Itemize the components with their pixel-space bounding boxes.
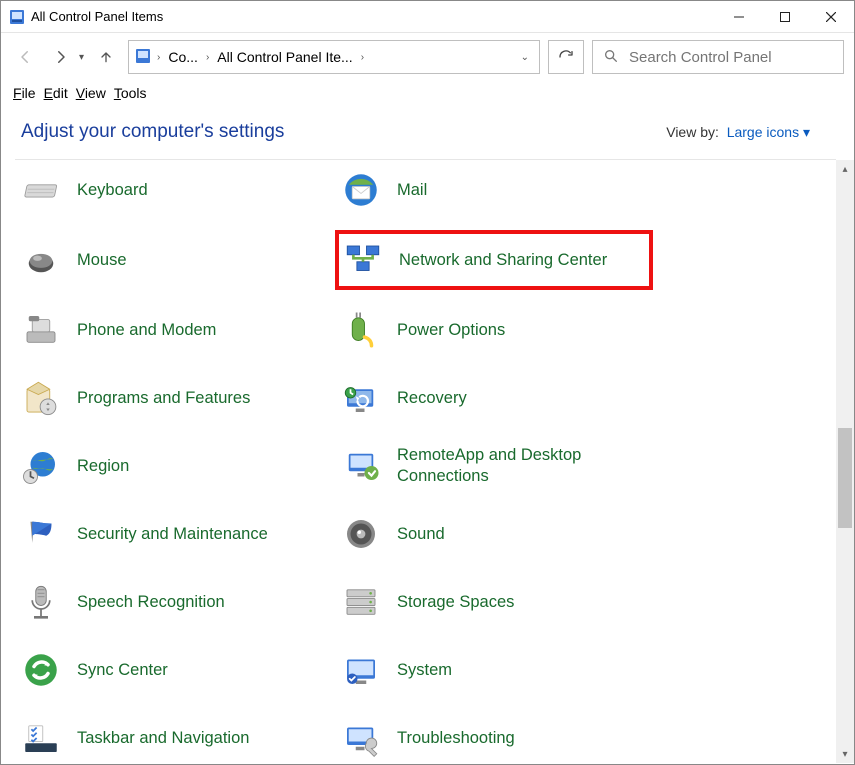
power-icon (339, 308, 383, 352)
item-storage-spaces[interactable]: Storage Spaces (339, 578, 649, 626)
search-input[interactable] (627, 48, 833, 67)
recovery-icon (339, 376, 383, 420)
item-power-options[interactable]: Power Options (339, 306, 649, 354)
view-by-mode[interactable]: Large icons ▾ (727, 124, 810, 140)
item-label: Mouse (77, 250, 127, 271)
header-row: Adjust your computer's settings View by:… (1, 111, 836, 159)
content-wrap: Keyboard Mail Mouse Network and Sharing … (1, 160, 854, 763)
breadcrumb-control-panel[interactable]: Co... (166, 49, 200, 65)
item-label: Power Options (397, 320, 505, 341)
item-label: Sync Center (77, 660, 168, 681)
item-recovery[interactable]: Recovery (339, 374, 649, 422)
phone-modem-icon (19, 308, 63, 352)
scroll-thumb[interactable] (838, 428, 852, 528)
maximize-button[interactable] (762, 1, 808, 33)
refresh-button[interactable] (548, 40, 584, 74)
item-label: Network and Sharing Center (399, 250, 607, 271)
minimize-button[interactable] (716, 1, 762, 33)
keyboard-icon (19, 168, 63, 212)
programs-icon (19, 376, 63, 420)
item-label: Keyboard (77, 180, 148, 201)
back-button[interactable] (11, 43, 39, 71)
search-icon (603, 48, 619, 67)
address-dropdown[interactable]: ⌄ (521, 52, 533, 63)
item-label: Mail (397, 180, 427, 201)
forward-button[interactable] (47, 43, 75, 71)
troubleshooting-icon (339, 716, 383, 760)
item-label: Security and Maintenance (77, 524, 268, 545)
chevron-right-icon[interactable]: › (361, 52, 364, 63)
sync-icon (19, 648, 63, 692)
breadcrumb-all-items[interactable]: All Control Panel Ite... (215, 49, 354, 65)
window-title: All Control Panel Items (31, 9, 163, 24)
recent-dropdown[interactable]: ▾ (79, 52, 84, 63)
menu-edit[interactable]: Edit (42, 85, 70, 101)
items-grid: Keyboard Mail Mouse Network and Sharing … (1, 160, 836, 763)
item-sound[interactable]: Sound (339, 510, 649, 558)
titlebar: All Control Panel Items (1, 1, 854, 33)
item-label: Recovery (397, 388, 467, 409)
item-label: Speech Recognition (77, 592, 225, 613)
item-network-sharing-center[interactable]: Network and Sharing Center (339, 234, 649, 286)
system-icon (339, 648, 383, 692)
speech-icon (19, 580, 63, 624)
item-programs-features[interactable]: Programs and Features (19, 374, 329, 422)
item-label: Sound (397, 524, 445, 545)
network-icon (341, 238, 385, 282)
chevron-right-icon[interactable]: › (206, 52, 209, 63)
item-speech-recognition[interactable]: Speech Recognition (19, 578, 329, 626)
close-button[interactable] (808, 1, 854, 33)
storage-icon (339, 580, 383, 624)
item-label: Storage Spaces (397, 592, 514, 613)
item-label: Programs and Features (77, 388, 250, 409)
search-box[interactable] (592, 40, 844, 74)
item-sync-center[interactable]: Sync Center (19, 646, 329, 694)
security-icon (19, 512, 63, 556)
view-by: View by: Large icons ▾ (666, 124, 810, 141)
item-troubleshooting[interactable]: Troubleshooting (339, 714, 649, 762)
item-mail[interactable]: Mail (339, 166, 649, 214)
remoteapp-icon (339, 444, 383, 488)
scroll-up-arrow[interactable]: ▴ (836, 160, 854, 178)
item-mouse[interactable]: Mouse (19, 234, 329, 286)
sound-icon (339, 512, 383, 556)
control-panel-icon (9, 9, 25, 25)
scroll-track[interactable] (836, 178, 854, 745)
nav-row: ▾ › Co... › All Control Panel Ite... › ⌄ (1, 33, 854, 81)
item-region[interactable]: Region (19, 442, 329, 490)
menu-file[interactable]: File (11, 85, 38, 101)
item-taskbar-navigation[interactable]: Taskbar and Navigation (19, 714, 329, 762)
menu-tools[interactable]: Tools (112, 85, 149, 101)
item-system[interactable]: System (339, 646, 649, 694)
address-bar[interactable]: › Co... › All Control Panel Ite... › ⌄ (128, 40, 540, 74)
control-panel-small-icon (135, 48, 151, 67)
page-title: Adjust your computer's settings (21, 121, 284, 143)
item-phone-modem[interactable]: Phone and Modem (19, 306, 329, 354)
region-icon (19, 444, 63, 488)
item-label: System (397, 660, 452, 681)
menu-view[interactable]: View (74, 85, 108, 101)
mouse-icon (19, 238, 63, 282)
item-label: RemoteApp and Desktop Connections (397, 445, 617, 486)
mail-icon (339, 168, 383, 212)
menu-bar: File Edit View Tools (1, 81, 854, 111)
item-remoteapp[interactable]: RemoteApp and Desktop Connections (339, 442, 649, 490)
item-label: Taskbar and Navigation (77, 728, 249, 749)
chevron-right-icon[interactable]: › (157, 52, 160, 63)
item-label: Troubleshooting (397, 728, 515, 749)
up-button[interactable] (92, 43, 120, 71)
view-by-label: View by: (666, 124, 719, 140)
taskbar-icon (19, 716, 63, 760)
item-security-maintenance[interactable]: Security and Maintenance (19, 510, 329, 558)
scroll-down-arrow[interactable]: ▾ (836, 745, 854, 763)
vertical-scrollbar[interactable]: ▴ ▾ (836, 160, 854, 763)
item-label: Phone and Modem (77, 320, 216, 341)
item-label: Region (77, 456, 129, 477)
item-keyboard[interactable]: Keyboard (19, 166, 329, 214)
